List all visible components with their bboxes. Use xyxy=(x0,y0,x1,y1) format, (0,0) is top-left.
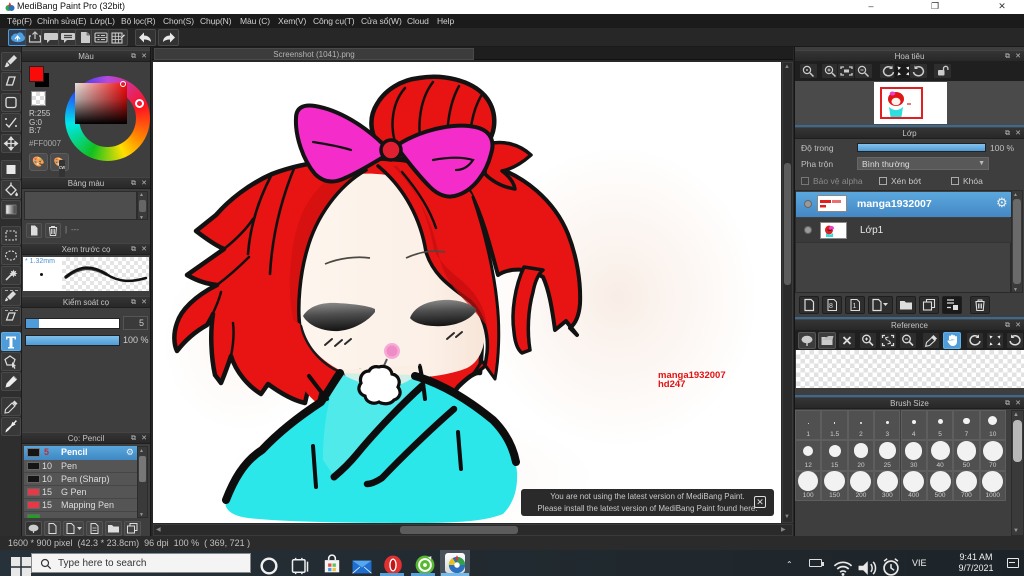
svg-text:1: 1 xyxy=(853,303,857,310)
svg-text:8: 8 xyxy=(829,303,833,310)
svg-text:hd247: hd247 xyxy=(658,379,685,390)
